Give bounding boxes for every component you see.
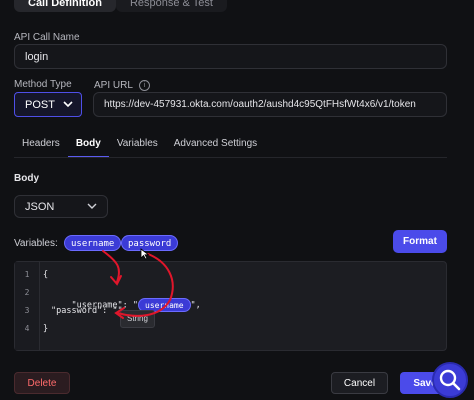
annotation-arrow-username-head (110, 275, 122, 286)
search-fab-button[interactable] (432, 362, 468, 398)
delete-button[interactable]: Delete (14, 372, 70, 394)
annotation-arrow-password (117, 253, 174, 317)
annotation-overlay (102, 250, 174, 319)
mouse-cursor-icon (140, 248, 150, 260)
search-icon (439, 369, 461, 391)
cancel-button[interactable]: Cancel (331, 372, 388, 394)
